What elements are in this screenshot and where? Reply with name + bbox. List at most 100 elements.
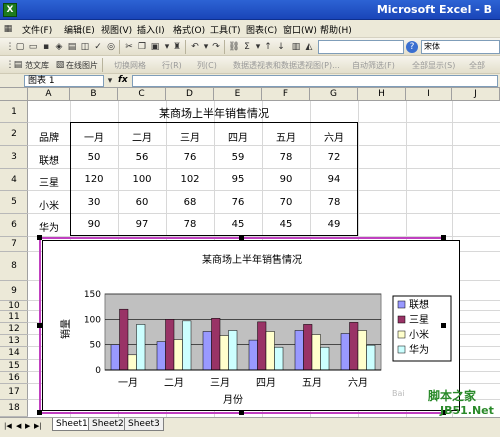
sort-ascending-icon[interactable]: ↑ — [262, 41, 274, 53]
row-header[interactable]: 13 — [0, 335, 28, 347]
table-cell[interactable]: 49 — [310, 219, 358, 230]
prev-sheet-icon[interactable]: ◀ — [16, 422, 21, 430]
cut-icon[interactable]: ✂ — [123, 41, 135, 53]
table-cell-brand[interactable]: 三星 — [28, 174, 70, 189]
chart-x-tick-label[interactable]: 三月 — [210, 377, 230, 389]
column-header[interactable]: J — [452, 88, 500, 101]
table-cell[interactable]: 90 — [70, 219, 118, 230]
chart-bar[interactable] — [136, 324, 146, 371]
table-cell[interactable]: 60 — [118, 197, 166, 208]
selection-handle[interactable] — [239, 235, 244, 240]
open-icon[interactable]: ▭ — [27, 41, 39, 53]
column-header[interactable]: I — [406, 88, 452, 101]
table-cell[interactable]: 30 — [70, 197, 118, 208]
table-cell[interactable]: 94 — [310, 174, 358, 185]
pivot-table-button[interactable]: 数据透视表和数据透视图(P)... — [233, 60, 340, 71]
chart-bar[interactable] — [127, 354, 137, 371]
toggle-grid-button[interactable]: 切换网格 — [114, 60, 146, 71]
chart-bar[interactable] — [303, 324, 313, 371]
table-cell[interactable]: 97 — [118, 219, 166, 230]
chart-title[interactable]: 某商场上半年销售情况 — [202, 253, 302, 266]
table-cell[interactable]: 100 — [118, 174, 166, 185]
legend-swatch[interactable] — [397, 330, 406, 339]
sheet-tab[interactable]: Sheet1 — [52, 418, 92, 431]
chart-wizard-icon[interactable]: ▥ — [290, 41, 302, 53]
selection-handle[interactable] — [441, 235, 446, 240]
chart-bar[interactable] — [349, 322, 359, 371]
format-painter-icon[interactable]: ♜ — [171, 41, 183, 53]
legend-swatch[interactable] — [397, 300, 406, 309]
redo-icon[interactable]: ↷ — [210, 41, 222, 53]
row-header[interactable]: 6 — [0, 214, 28, 237]
row-header[interactable]: 1 — [0, 101, 28, 123]
formula-input[interactable] — [132, 75, 498, 87]
menu-insert[interactable]: 插入(I) — [137, 23, 165, 36]
show-all-button[interactable]: 全部显示(S) — [412, 60, 455, 71]
table-cell[interactable]: 70 — [262, 197, 310, 208]
table-header-month[interactable]: 一月 — [70, 129, 118, 144]
research-icon[interactable]: ◎ — [105, 41, 117, 53]
row-header[interactable]: 12 — [0, 323, 28, 335]
legend-label[interactable]: 三星 — [409, 314, 429, 326]
selection-handle[interactable] — [239, 410, 244, 415]
column-header[interactable]: C — [118, 88, 166, 101]
chart-bar[interactable] — [248, 339, 258, 371]
table-cell[interactable]: 76 — [214, 197, 262, 208]
chart-bar[interactable] — [173, 339, 183, 371]
table-cell[interactable]: 78 — [262, 152, 310, 163]
autofilter-button[interactable]: 自动筛选(F) — [352, 60, 395, 71]
table-cell[interactable]: 45 — [214, 219, 262, 230]
selection-handle[interactable] — [441, 323, 446, 328]
online-image-button[interactable]: 在线图片 — [66, 60, 98, 71]
hyperlink-icon[interactable]: ⛓ — [228, 41, 240, 53]
chart-x-tick-label[interactable]: 一月 — [118, 377, 138, 389]
sheet-tab[interactable]: Sheet2 — [88, 418, 128, 431]
table-cell[interactable]: 56 — [118, 152, 166, 163]
menu-chart[interactable]: 图表(C) — [246, 23, 277, 36]
column-header[interactable]: H — [358, 88, 406, 101]
legend-swatch[interactable] — [397, 315, 406, 324]
table-title[interactable]: 某商场上半年销售情况 — [70, 105, 358, 121]
table-header-month[interactable]: 五月 — [262, 129, 310, 144]
next-sheet-icon[interactable]: ▶ — [25, 422, 30, 430]
selection-handle[interactable] — [37, 323, 42, 328]
spelling-icon[interactable]: ✓ — [92, 41, 104, 53]
menu-tools[interactable]: 工具(T) — [210, 23, 241, 36]
chart-x-tick-label[interactable]: 六月 — [348, 377, 368, 389]
row-header[interactable]: 9 — [0, 281, 28, 301]
row-header[interactable]: 2 — [0, 123, 28, 146]
selection-handle[interactable] — [37, 235, 42, 240]
chart-bar[interactable] — [211, 318, 221, 371]
font-name-box[interactable]: 宋体 — [421, 40, 500, 54]
legend-label[interactable]: 华为 — [409, 343, 429, 356]
row-header[interactable]: 8 — [0, 252, 28, 281]
row-header[interactable]: 14 — [0, 347, 28, 360]
menu-help[interactable]: 帮助(H) — [320, 23, 352, 36]
drawing-icon[interactable]: ◭ — [303, 41, 315, 53]
table-header-month[interactable]: 三月 — [166, 129, 214, 144]
all-button[interactable]: 全部 — [469, 60, 485, 71]
table-cell[interactable]: 90 — [262, 174, 310, 185]
worksheet-grid[interactable]: 某商场上半年销售情况 品牌 一月 二月 三月 四月 五月 六月 联想 50 56… — [28, 101, 500, 417]
chart-bar[interactable] — [320, 346, 330, 371]
table-cell-brand[interactable]: 联想 — [28, 152, 70, 167]
name-box[interactable]: 图表 1 — [24, 75, 104, 87]
menu-format[interactable]: 格式(O) — [173, 23, 205, 36]
column-header[interactable]: G — [310, 88, 358, 101]
menu-edit[interactable]: 编辑(E) — [64, 23, 95, 36]
table-cell[interactable]: 78 — [166, 219, 214, 230]
chart-bar[interactable] — [156, 341, 166, 371]
row-header[interactable]: 5 — [0, 191, 28, 214]
table-header-brand[interactable]: 品牌 — [28, 129, 70, 144]
table-cell[interactable]: 102 — [166, 174, 214, 185]
chart-bar[interactable] — [257, 321, 267, 371]
chart-bar[interactable] — [165, 319, 175, 371]
row-header[interactable]: 3 — [0, 146, 28, 169]
legend-swatch[interactable] — [397, 345, 406, 354]
column-button[interactable]: 列(C) — [197, 60, 217, 71]
insert-function-icon[interactable]: fx — [118, 75, 128, 85]
new-icon[interactable]: ▢ — [14, 41, 26, 53]
table-header-month[interactable]: 四月 — [214, 129, 262, 144]
chart-bar[interactable] — [228, 330, 238, 371]
legend-label[interactable]: 小米 — [409, 328, 429, 341]
